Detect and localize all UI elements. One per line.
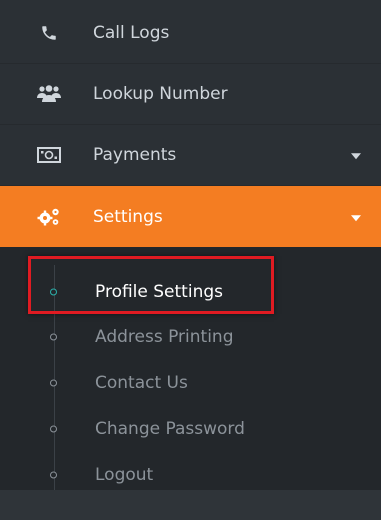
bullet-icon <box>50 425 57 433</box>
menu-item-label: Settings <box>93 206 163 227</box>
chevron-down-icon <box>351 214 361 221</box>
menu-item-label: Lookup Number <box>93 84 228 104</box>
submenu-item-label: Change Password <box>95 419 245 439</box>
phone-icon <box>36 22 62 44</box>
chevron-down-icon <box>351 153 361 160</box>
money-icon <box>36 144 62 166</box>
users-icon <box>36 83 62 105</box>
submenu-item-contact-us[interactable]: Contact Us <box>0 360 381 406</box>
menu-item-label: Call Logs <box>93 23 170 43</box>
submenu-item-label: Logout <box>95 465 154 485</box>
sidebar-footer <box>0 490 381 520</box>
submenu-item-address-printing[interactable]: Address Printing <box>0 314 381 360</box>
bullet-icon <box>50 333 57 341</box>
submenu-item-label: Address Printing <box>95 327 234 347</box>
bullet-icon <box>50 471 57 479</box>
submenu-item-change-password[interactable]: Change Password <box>0 406 381 452</box>
gears-icon <box>36 206 62 228</box>
menu-item-settings[interactable]: Settings <box>0 186 381 247</box>
menu-item-payments[interactable]: Payments <box>0 125 381 186</box>
sidebar-menu: Call Logs Lookup Number Payments Setting… <box>0 0 387 520</box>
bullet-icon <box>50 379 57 387</box>
menu-item-lookup-number[interactable]: Lookup Number <box>0 64 381 125</box>
submenu-item-label: Contact Us <box>95 373 188 393</box>
highlight-annotation-box <box>28 256 274 314</box>
menu-item-label: Payments <box>93 145 177 165</box>
menu-item-call-logs[interactable]: Call Logs <box>0 3 381 64</box>
